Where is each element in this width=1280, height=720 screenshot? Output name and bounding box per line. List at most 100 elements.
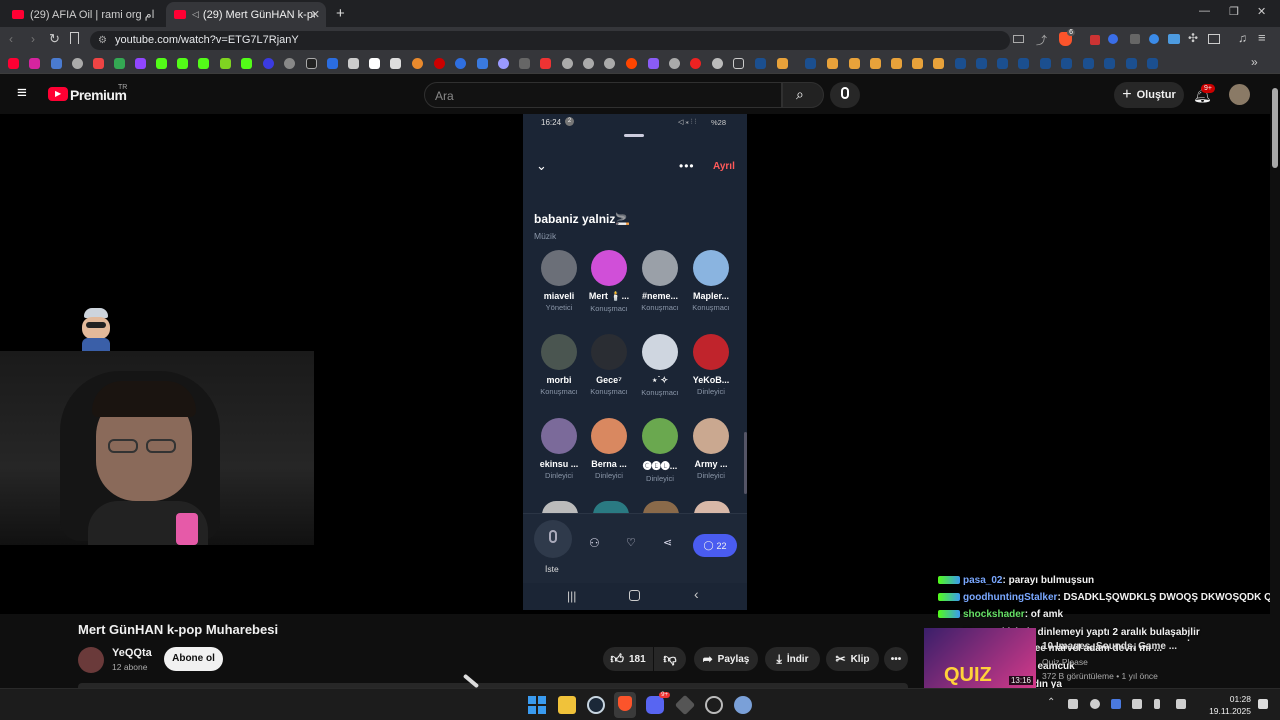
sidebar-icon[interactable] xyxy=(1208,34,1220,44)
bookmark-icon[interactable] xyxy=(690,58,701,69)
mic-button[interactable] xyxy=(534,520,572,558)
obs-icon[interactable] xyxy=(705,696,723,714)
steam-icon[interactable] xyxy=(587,696,605,714)
bookmark-translate-icon[interactable] xyxy=(51,58,62,69)
bookmark-steam-icon[interactable] xyxy=(976,58,987,69)
bookmark-icon[interactable] xyxy=(70,32,79,44)
extension-5-icon[interactable] xyxy=(1168,34,1180,44)
extension-3-icon[interactable] xyxy=(1130,34,1140,44)
bookmark-icon[interactable] xyxy=(777,58,788,69)
share-page-icon[interactable]: ⤴ xyxy=(1036,32,1047,48)
bookmark-icon[interactable] xyxy=(891,58,902,69)
bookmark-steam-icon[interactable] xyxy=(1126,58,1137,69)
bookmark-icon[interactable] xyxy=(827,58,838,69)
leave-button[interactable]: Ayrıl xyxy=(713,161,735,172)
start-button-icon[interactable] xyxy=(528,696,546,714)
bookmark-twitch-icon[interactable] xyxy=(135,58,146,69)
subscribe-button[interactable]: Abone ol xyxy=(164,647,223,671)
clock-time[interactable]: 01:28 xyxy=(1213,694,1251,704)
bookmark-folder-icon[interactable] xyxy=(733,58,744,69)
tray-icon[interactable] xyxy=(1068,699,1078,709)
bookmark-steam-icon[interactable] xyxy=(955,58,966,69)
account-avatar[interactable] xyxy=(1229,84,1250,105)
channel-name[interactable]: YeQQta xyxy=(112,647,152,659)
bookmark-icon[interactable] xyxy=(648,58,659,69)
bookmark-icon[interactable] xyxy=(870,58,881,69)
page-scrollbar[interactable] xyxy=(1270,74,1280,688)
tray-chevron-icon[interactable]: ⌃ xyxy=(1047,697,1055,708)
brave-shields-icon[interactable]: 6 xyxy=(1059,29,1075,46)
volume-tray-icon[interactable] xyxy=(1132,699,1142,709)
scrollbar-thumb[interactable] xyxy=(1272,88,1278,168)
bookmark-steam-icon[interactable] xyxy=(1018,58,1029,69)
clip-button[interactable]: ✂ Klip xyxy=(826,647,879,671)
site-info-icon[interactable]: ⚙ xyxy=(98,31,107,50)
bookmark-steam-icon[interactable] xyxy=(1104,58,1115,69)
bookmark-instagram-icon[interactable] xyxy=(29,58,40,69)
bookmark-steam-icon[interactable] xyxy=(997,58,1008,69)
bookmark-steam-icon[interactable] xyxy=(755,58,766,69)
recents-icon[interactable]: ||| xyxy=(567,589,576,603)
clock-date[interactable]: 19.11.2025 xyxy=(1209,706,1251,716)
close-tab-icon[interactable]: ✕ xyxy=(311,8,320,21)
youtube-logo-icon[interactable]: ▶ xyxy=(48,87,68,101)
people-icon[interactable]: ⚇ xyxy=(589,536,600,550)
app-icon[interactable] xyxy=(674,694,696,716)
member-tile[interactable]: 🅒🅔🅛... Dinleyici xyxy=(632,418,688,483)
heart-add-icon[interactable]: ♡ xyxy=(626,536,636,549)
more-options-icon[interactable]: ••• xyxy=(679,159,695,173)
bookmark-kick-icon[interactable] xyxy=(241,58,252,69)
extension-2-icon[interactable] xyxy=(1108,34,1118,44)
bookmark-steam-icon[interactable] xyxy=(1040,58,1051,69)
bookmark-icon[interactable] xyxy=(540,58,551,69)
bookmark-icon[interactable] xyxy=(284,58,295,69)
bookmark-icon[interactable] xyxy=(519,58,530,69)
bookmark-gmail-icon[interactable] xyxy=(93,58,104,69)
bookmark-icon[interactable] xyxy=(477,58,488,69)
member-tile[interactable]: Army ... Dinleyici xyxy=(683,418,739,480)
bookmark-icon[interactable] xyxy=(498,58,509,69)
bookmark-icon[interactable] xyxy=(455,58,466,69)
member-tile[interactable]: ⋆˙✧ Konuşmacı xyxy=(632,334,688,397)
nav-back-icon[interactable]: ‹ xyxy=(694,586,699,602)
member-tile[interactable]: #neme... Konuşmacı xyxy=(632,250,688,312)
bookmark-icon[interactable] xyxy=(348,58,359,69)
more-actions-button[interactable]: ••• xyxy=(884,647,908,671)
bookmark-icon[interactable] xyxy=(669,58,680,69)
bookmark-icon[interactable] xyxy=(712,58,723,69)
reload-icon[interactable]: ↻ xyxy=(49,31,60,47)
bookmark-steam-icon[interactable] xyxy=(1083,58,1094,69)
bookmark-steam-icon[interactable] xyxy=(1147,58,1158,69)
extensions-puzzle-icon[interactable]: ✣ xyxy=(1188,31,1198,45)
network-app-icon[interactable] xyxy=(734,696,752,714)
endcard-thumbnail[interactable]: QUIZ 13:16 xyxy=(924,628,1036,688)
bookmark-icon[interactable] xyxy=(72,58,83,69)
member-tile[interactable]: Gece⁷ Konuşmacı xyxy=(581,334,637,396)
minimize-button[interactable]: — xyxy=(1199,5,1210,17)
member-tile[interactable]: Mapler... Konuşmacı xyxy=(683,250,739,312)
endcard-title[interactable]: 10 Images, Sounds, Game ... xyxy=(1042,641,1177,652)
notification-center-icon[interactable] xyxy=(1258,699,1268,709)
search-button[interactable]: ⌕ xyxy=(782,82,824,108)
member-tile[interactable]: YeKoB... Dinleyici xyxy=(683,334,739,396)
home-icon[interactable] xyxy=(629,590,640,601)
extension-4-icon[interactable] xyxy=(1149,34,1159,44)
new-tab-button[interactable]: + xyxy=(336,5,345,22)
dislike-button[interactable]: 👎︎ xyxy=(654,647,686,671)
bookmark-icon[interactable] xyxy=(583,58,594,69)
tab-mert-gunhan[interactable]: ◁ (29) Mert GünHAN k-pop Mu ✕ xyxy=(166,2,326,27)
file-explorer-icon[interactable] xyxy=(558,696,576,714)
bookmark-steam-icon[interactable] xyxy=(805,58,816,69)
bookmark-icon[interactable] xyxy=(912,58,923,69)
member-tile[interactable]: Mert 🕯️... Konuşmacı xyxy=(581,250,637,313)
media-icon[interactable]: ♫ xyxy=(1238,31,1247,45)
bookmark-icon[interactable] xyxy=(434,58,445,69)
search-input[interactable]: Ara xyxy=(424,82,782,108)
member-tile[interactable]: ekinsu ... Dinleyici xyxy=(531,418,587,480)
steam-tray-icon[interactable] xyxy=(1111,699,1121,709)
download-button[interactable]: ⤓ İndir xyxy=(765,647,820,671)
maximize-button[interactable]: ❐ xyxy=(1229,5,1239,18)
bookmark-icon[interactable] xyxy=(562,58,573,69)
back-icon[interactable]: ‹ xyxy=(9,32,13,46)
bookmark-drive-icon[interactable] xyxy=(114,58,125,69)
